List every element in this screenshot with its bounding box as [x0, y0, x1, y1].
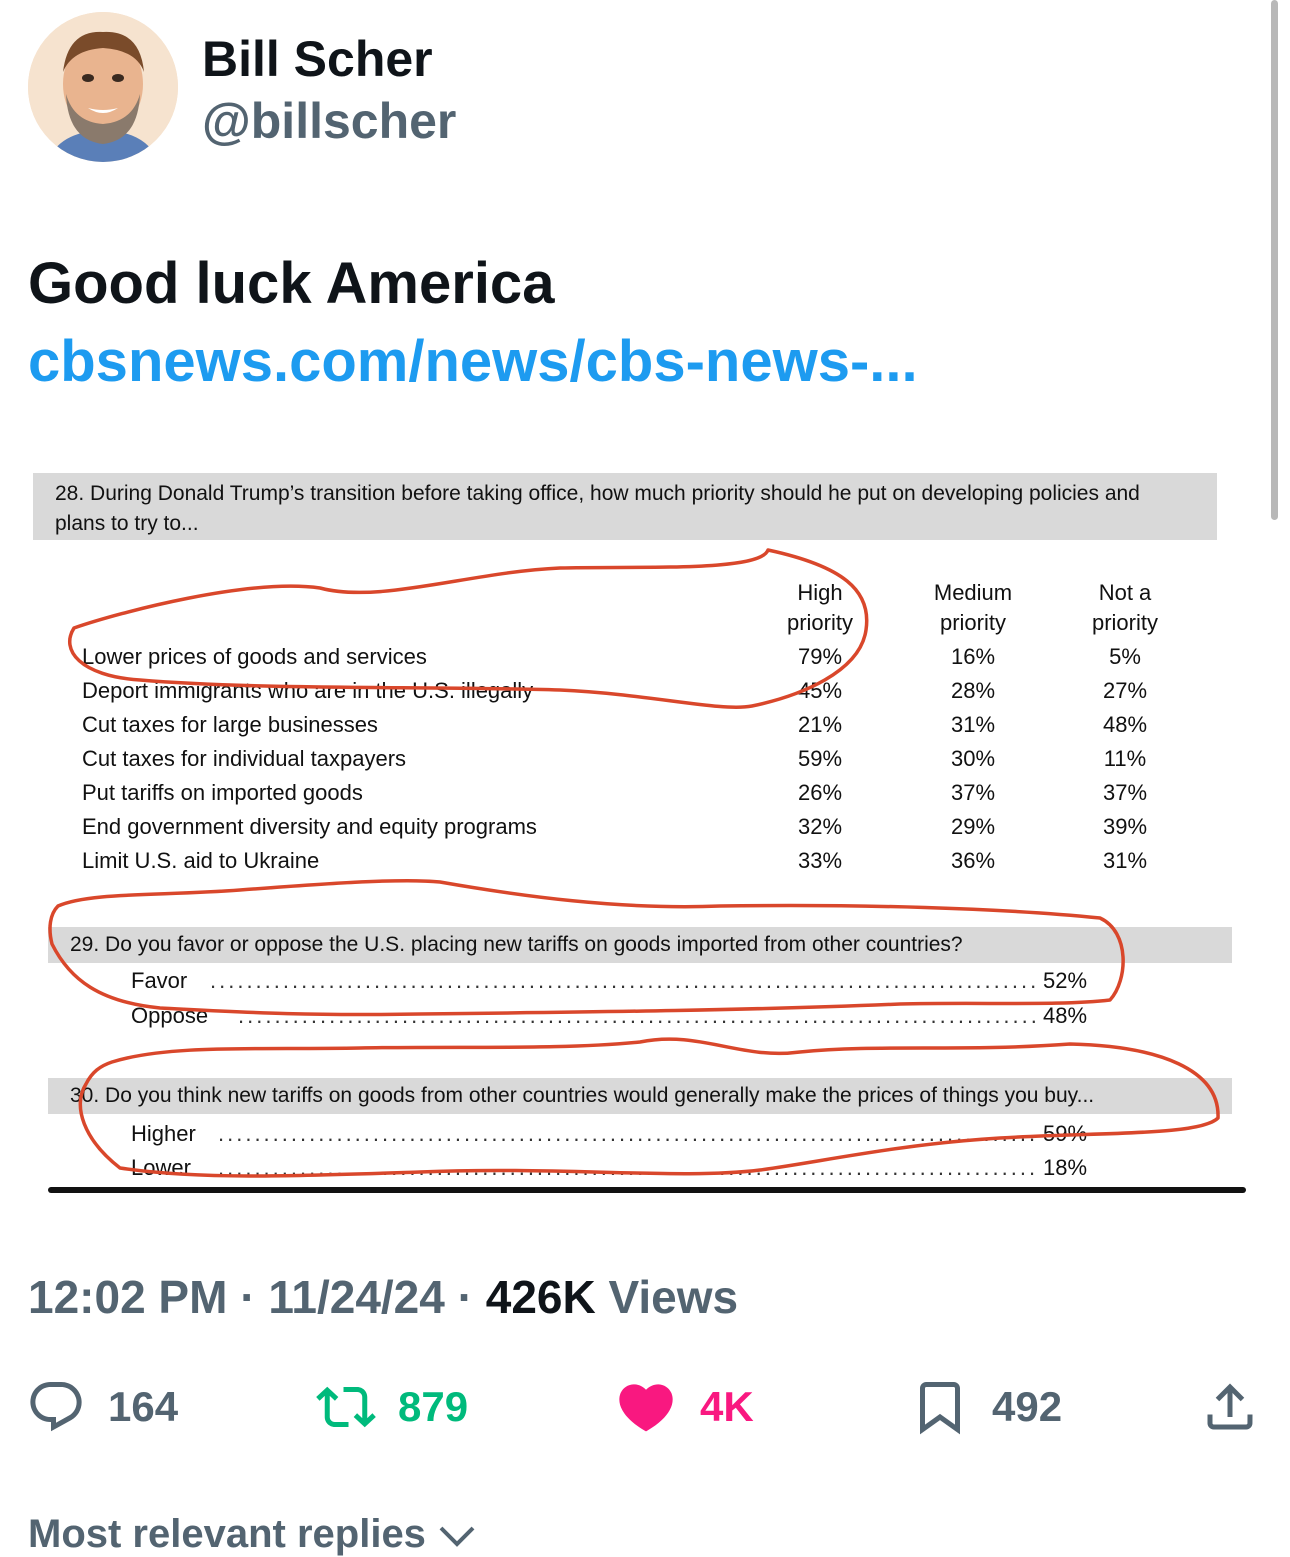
row-label: Cut taxes for individual taxpayers [82, 746, 407, 771]
cell-value: 27% [1102, 678, 1148, 703]
option-label: Lower [131, 1155, 191, 1175]
repost-count: 879 [398, 1383, 469, 1430]
col-header-not: Not a priority [1091, 580, 1158, 635]
tweet-text: Good luck America [28, 251, 555, 316]
cell-value: 37% [950, 780, 996, 805]
author-name[interactable]: Bill Scher [202, 30, 433, 88]
share-button[interactable] [1200, 1375, 1260, 1439]
row-label: Limit U.S. aid to Ukraine [82, 848, 320, 873]
option-label: Higher [131, 1121, 196, 1146]
heart-icon [619, 1384, 673, 1432]
cell-value: 21% [797, 712, 843, 737]
scrollbar[interactable] [1271, 0, 1278, 520]
cell-value: 37% [1102, 780, 1148, 805]
reply-count: 164 [108, 1383, 179, 1430]
views-label[interactable]: Views [609, 1271, 739, 1323]
cell-value: 30% [950, 746, 996, 771]
cell-value: 28% [950, 678, 996, 703]
views-count[interactable]: 426K [486, 1271, 596, 1323]
like-count: 4K [700, 1383, 754, 1430]
tweet-link[interactable]: cbsnews.com/news/cbs-news-... [28, 328, 918, 395]
reply-button[interactable]: 164 [26, 1375, 178, 1439]
q29-question: 29. Do you favor or oppose the U.S. plac… [48, 927, 1232, 963]
cell-value: 29% [950, 814, 996, 839]
row-label: Put tariffs on imported goods [82, 780, 363, 805]
replies-sort-label: Most relevant replies [28, 1512, 426, 1556]
author-handle[interactable]: @billscher [202, 92, 456, 150]
row-label: End government diversity and equity prog… [82, 814, 537, 839]
reply-icon [30, 1382, 82, 1432]
cell-value: 5% [1109, 644, 1141, 669]
like-button[interactable]: 4K [614, 1375, 754, 1439]
dot-leader: ........................................… [238, 1003, 1040, 1028]
option-value: 48% [1043, 1003, 1088, 1028]
cell-value: 33% [797, 848, 843, 873]
cell-value: 31% [950, 712, 996, 737]
cell-value: 45% [797, 678, 843, 703]
tweet-time: 12:02 PM [28, 1271, 228, 1323]
q28-question: 28. During Donald Trump’s transition bef… [33, 473, 1217, 540]
avatar-illustration [28, 12, 178, 162]
cell-value: 48% [1102, 712, 1148, 737]
cell-value: 59% [797, 746, 843, 771]
cell-value: 11% [1103, 746, 1147, 771]
bookmark-count: 492 [992, 1383, 1063, 1430]
cell-value: 39% [1102, 814, 1148, 839]
tweet-meta: 12:02 PM · 11/24/24 · 426K Views [28, 1271, 739, 1323]
bookmark-icon [920, 1382, 960, 1435]
share-icon [1207, 1383, 1253, 1430]
cell-value: 31% [1102, 848, 1148, 873]
option-label: Favor [131, 968, 188, 993]
cell-value: 26% [797, 780, 843, 805]
dot-leader: ........................................… [218, 1121, 1040, 1146]
option-label: Oppose [131, 1003, 209, 1028]
dot-leader: ........................................… [218, 1155, 1040, 1180]
avatar[interactable] [28, 12, 178, 162]
option-value: 52% [1043, 968, 1088, 993]
repost-icon [316, 1386, 376, 1428]
chevron-down-icon [439, 1527, 475, 1548]
dot-leader: ........................................… [210, 968, 1040, 993]
tweet-date: 11/24/24 [268, 1271, 445, 1323]
replies-sort-dropdown[interactable]: Most relevant replies [28, 1512, 477, 1557]
row-label: Deport immigrants who are in the U.S. il… [82, 678, 534, 703]
row-label: Cut taxes for large businesses [82, 712, 378, 737]
cell-value: 32% [797, 814, 843, 839]
repost-button[interactable]: 879 [316, 1375, 468, 1439]
option-value: 18% [1043, 1155, 1088, 1180]
bookmark-button[interactable]: 492 [910, 1375, 1062, 1439]
cell-value: 36% [950, 848, 996, 873]
col-header-high: High priority [786, 580, 853, 635]
option-value: 59% [1043, 1121, 1088, 1146]
row-label: Lower prices of goods and services [82, 644, 427, 669]
q30-question: 30. Do you think new tariffs on goods fr… [48, 1078, 1232, 1114]
image-bottom-edge [48, 1187, 1246, 1193]
cell-value: 16% [950, 644, 996, 669]
col-header-medium: Medium priority [933, 580, 1013, 635]
cell-value: 79% [797, 644, 843, 669]
